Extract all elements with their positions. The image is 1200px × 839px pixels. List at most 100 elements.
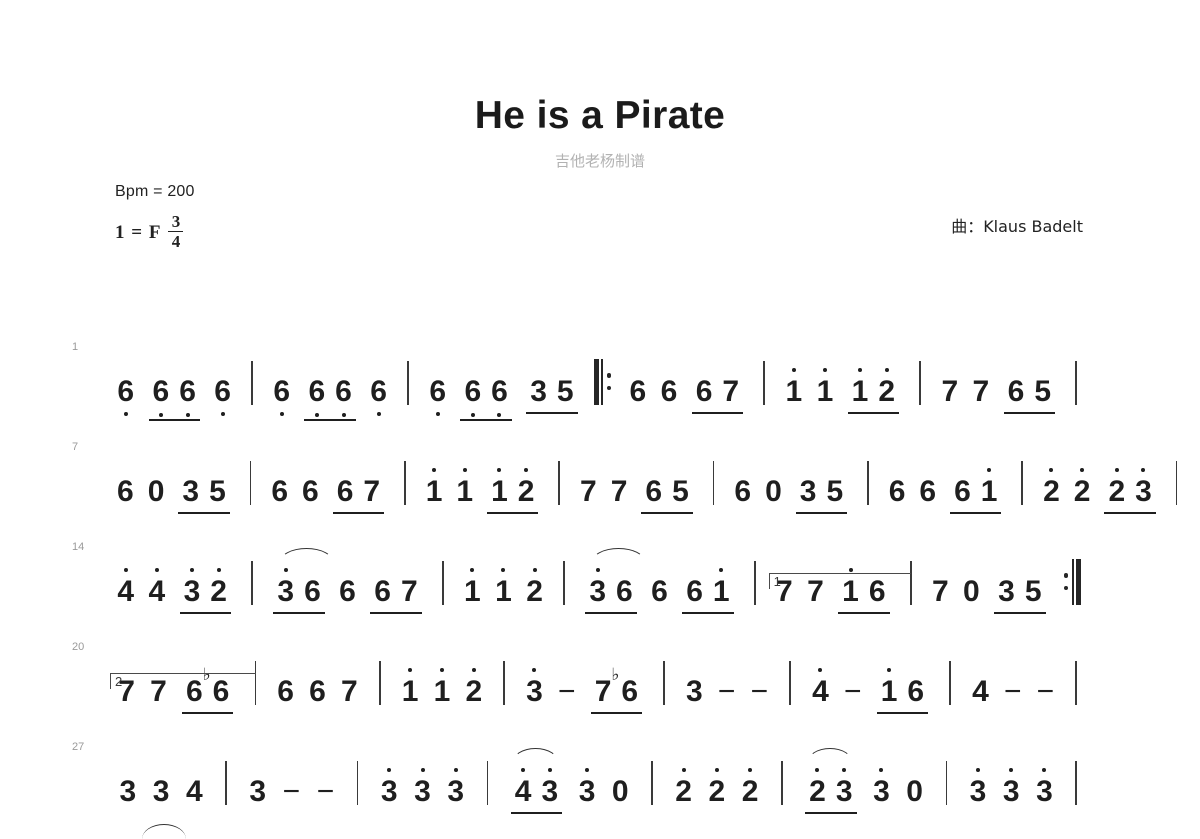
- note-glyph: 1: [785, 367, 802, 407]
- note: 6: [902, 676, 929, 707]
- note-glyph: 6: [339, 574, 356, 608]
- note-glyph: 2: [526, 567, 543, 607]
- measure: 7035: [925, 574, 1053, 633]
- note-glyph: 6: [308, 376, 325, 417]
- note: 6: [303, 376, 330, 417]
- octave-up-dot-icon: [1114, 467, 1119, 472]
- note: 6: [949, 476, 976, 507]
- barline: [1021, 460, 1024, 505]
- beam-group: 65: [638, 474, 695, 514]
- octave-up-dot-icon: [1049, 467, 1054, 472]
- note-glyph: 3: [277, 567, 294, 607]
- note: 2: [205, 567, 232, 607]
- note-dash: −: [744, 674, 776, 708]
- note-glyph: 3: [589, 567, 606, 607]
- note-glyph: 6: [429, 376, 446, 416]
- octave-down-dot-icon: [220, 411, 225, 416]
- note-glyph: 6: [888, 474, 906, 508]
- measure: 1112: [778, 367, 906, 433]
- note: 3: [996, 767, 1027, 807]
- octave-up-dot-icon: [453, 767, 458, 772]
- barline: [225, 760, 227, 805]
- note-glyph: 6: [645, 474, 663, 508]
- note-glyph: 4: [515, 767, 531, 807]
- note: 6: [644, 576, 675, 607]
- note: 4: [805, 667, 836, 707]
- note-glyph: 3: [184, 567, 200, 607]
- beam-group: 65: [1001, 376, 1058, 414]
- octave-up-dot-icon: [822, 367, 827, 372]
- note-glyph: −: [1036, 674, 1055, 708]
- note: 7: [934, 374, 965, 408]
- note-glyph: 7: [610, 474, 628, 508]
- beam-group: 16: [874, 667, 931, 714]
- measure: 6035: [727, 476, 854, 533]
- note: 3: [272, 567, 299, 607]
- repeat-thick-bar: [594, 358, 599, 405]
- note: 5: [667, 476, 694, 507]
- note: 1: [449, 467, 480, 507]
- beam-group: 67: [367, 576, 424, 614]
- barline: [867, 460, 869, 505]
- barline: [503, 660, 505, 705]
- note: 4: [179, 776, 210, 807]
- note: 2: [1103, 467, 1130, 507]
- time-signature: 3 4: [168, 213, 184, 250]
- octave-up-dot-icon: [887, 667, 892, 672]
- note-glyph: 5: [1024, 574, 1042, 608]
- note: 2: [519, 567, 550, 607]
- note: 6: [332, 476, 359, 507]
- octave-up-dot-icon: [154, 567, 159, 572]
- note-glyph: 6: [686, 574, 703, 608]
- octave-down-dot-icon: [279, 411, 284, 416]
- note: 4: [965, 676, 996, 707]
- beam-group: 76: [588, 666, 645, 714]
- beam-group: 61: [947, 467, 1004, 514]
- note: 3: [407, 767, 438, 807]
- beam-group: 35: [175, 474, 232, 514]
- note: 1: [395, 667, 426, 707]
- octave-up-dot-icon: [524, 467, 529, 472]
- beam-group: 23: [1101, 467, 1158, 514]
- barline: [763, 360, 766, 405]
- barline: [919, 360, 922, 405]
- beam-group: 43: [508, 767, 565, 814]
- measure: 7765: [934, 374, 1062, 433]
- octave-up-dot-icon: [547, 767, 552, 772]
- note-glyph: 6: [335, 376, 352, 417]
- note-glyph: 7: [941, 374, 959, 408]
- note: 3: [536, 767, 563, 807]
- measure-number: 14: [72, 540, 85, 553]
- note: 1: [810, 367, 841, 407]
- octave-up-dot-icon: [815, 767, 820, 772]
- octave-up-dot-icon: [532, 667, 537, 672]
- barline: [949, 660, 951, 705]
- note: 0: [605, 776, 636, 807]
- note: 3: [584, 567, 611, 607]
- octave-up-dot-icon: [858, 367, 862, 372]
- note-glyph: 7: [341, 674, 358, 708]
- note: 7: [573, 474, 604, 508]
- note-glyph: 7: [580, 474, 597, 508]
- note-glyph: 5: [209, 474, 226, 508]
- note-glyph: 7: [363, 474, 381, 508]
- note: 2: [1067, 467, 1098, 507]
- octave-up-dot-icon: [408, 667, 413, 672]
- note-glyph: −: [750, 674, 769, 708]
- note: 3: [831, 767, 858, 807]
- note: 2: [873, 367, 900, 407]
- note: 5: [204, 474, 231, 508]
- note: 2: [458, 667, 489, 707]
- note-glyph: 4: [117, 567, 134, 607]
- octave-up-dot-icon: [532, 567, 537, 572]
- note: 3: [963, 767, 994, 807]
- note: 1: [486, 467, 513, 507]
- note: 3: [177, 476, 204, 507]
- note-dash: −: [276, 776, 308, 807]
- measure: 6666: [266, 376, 394, 433]
- note: 6: [302, 676, 333, 707]
- note-glyph: 2: [210, 567, 227, 607]
- note: 0: [758, 476, 789, 507]
- measure: 4− −: [964, 674, 1063, 733]
- barline: [249, 460, 252, 505]
